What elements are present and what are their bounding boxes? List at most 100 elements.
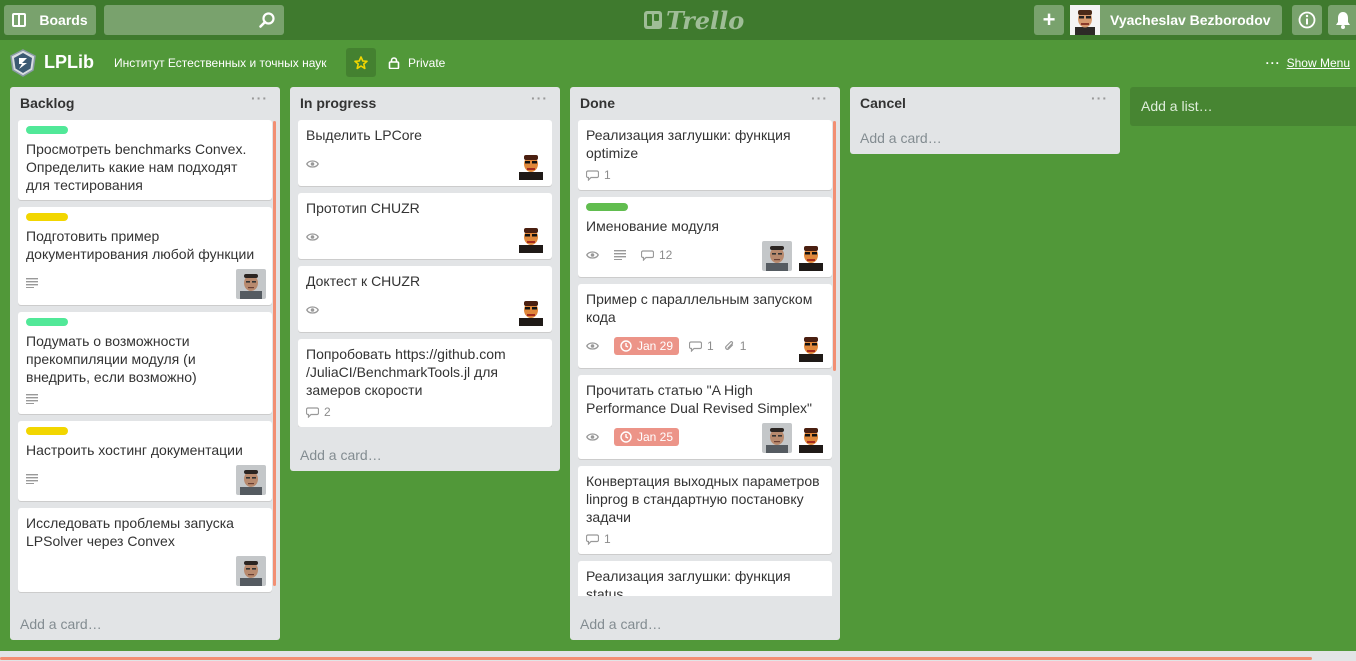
description-icon <box>614 250 631 260</box>
comments-badge: 1 <box>586 532 611 546</box>
list-title[interactable]: In progress <box>300 95 376 111</box>
list-title[interactable]: Done <box>580 95 615 111</box>
card-title: Подготовить пример документирования любо… <box>26 228 255 262</box>
card-label[interactable] <box>26 318 68 326</box>
member-avatar[interactable] <box>796 423 826 453</box>
member-avatar[interactable] <box>762 423 792 453</box>
list-menu-icon[interactable]: ··· <box>811 90 828 106</box>
notifications-button[interactable] <box>1328 5 1356 35</box>
member-avatar[interactable] <box>762 241 792 271</box>
member-avatar[interactable] <box>236 465 266 495</box>
member-avatar[interactable] <box>236 556 266 586</box>
card-title: Подумать о возможности прекомпиляции мод… <box>26 333 197 385</box>
list-card[interactable]: Попробовать https://github.com /JuliaCI/… <box>298 339 552 427</box>
member-avatar[interactable] <box>796 241 826 271</box>
member-avatar[interactable] <box>516 223 546 253</box>
card-badges <box>306 221 544 253</box>
list-header: Cancel ··· <box>850 87 1120 119</box>
card-label[interactable] <box>26 213 68 221</box>
card-members <box>512 296 546 326</box>
board-scrollbar[interactable] <box>0 651 1356 661</box>
description-icon <box>26 394 43 404</box>
list-card[interactable]: Настроить хостинг документации <box>18 421 272 501</box>
list-title[interactable]: Cancel <box>860 95 906 111</box>
list-card[interactable]: Исследовать проблемы запуска LPSolver че… <box>18 508 272 592</box>
show-menu-label: Show Menu <box>1286 56 1350 70</box>
list-done: Done ··· Реализация заглушки: функция op… <box>570 87 840 640</box>
search-input[interactable] <box>104 5 284 35</box>
list-scrollbar[interactable] <box>833 121 836 371</box>
member-avatar[interactable] <box>516 296 546 326</box>
list-in-progress: In progress ··· Выделить LPCore Прототип … <box>290 87 560 471</box>
comments-count: 1 <box>604 168 611 182</box>
info-button[interactable] <box>1292 5 1322 35</box>
lock-icon <box>388 57 400 69</box>
add-card-button[interactable]: Add a card… <box>20 616 102 632</box>
card-label[interactable] <box>26 427 68 435</box>
add-card-button[interactable]: Add a card… <box>860 130 942 146</box>
card-title: Доктест к CHUZR <box>306 273 421 289</box>
board-scrollbar-thumb[interactable] <box>0 657 1312 660</box>
list-card[interactable]: Реализация заглушки: функция status <box>578 561 832 596</box>
list-card[interactable]: Выделить LPCore <box>298 120 552 186</box>
card-label[interactable] <box>26 126 68 134</box>
list-card[interactable]: Именование модуля 12 <box>578 197 832 277</box>
card-badges <box>26 463 264 495</box>
board-organization[interactable]: Институт Естественных и точных наук <box>114 56 327 70</box>
card-members <box>232 269 266 299</box>
member-avatar[interactable] <box>796 332 826 362</box>
boards-button[interactable]: Boards <box>4 5 96 35</box>
list-card[interactable]: Подготовить пример документирования любо… <box>18 207 272 305</box>
member-avatar[interactable] <box>516 150 546 180</box>
comments-count: 1 <box>604 532 611 546</box>
watch-icon <box>586 432 604 442</box>
list-cancel: Cancel ··· Add a card… <box>850 87 1120 154</box>
star-icon <box>354 55 368 69</box>
card-title: Пример с параллельным запуском кода <box>586 291 813 325</box>
card-title: Прототип CHUZR <box>306 200 420 216</box>
create-button[interactable]: + <box>1034 5 1064 35</box>
search-box[interactable] <box>104 5 284 35</box>
watch-icon <box>306 232 324 242</box>
due-date-badge[interactable]: Jan 25 <box>614 428 680 446</box>
show-menu-button[interactable]: ··· Show Menu <box>1266 56 1350 70</box>
card-title: Исследовать проблемы запуска LPSolver че… <box>26 515 234 549</box>
add-list-button[interactable]: Add a list… <box>1130 87 1356 126</box>
member-avatar[interactable] <box>236 269 266 299</box>
attachments-count: 1 <box>739 339 747 353</box>
list-header: Backlog ··· <box>10 87 280 119</box>
list-card[interactable]: Прочитать статью "A High Performance Dua… <box>578 375 832 459</box>
trello-logo[interactable]: Trello <box>644 6 744 35</box>
watch-icon <box>586 250 604 260</box>
list-menu-icon[interactable]: ··· <box>531 90 548 106</box>
search-icon[interactable] <box>258 11 276 29</box>
add-card-button[interactable]: Add a card… <box>300 447 382 463</box>
add-card-button[interactable]: Add a card… <box>580 616 662 632</box>
visibility-button[interactable]: Private <box>388 56 445 70</box>
board-title[interactable]: LPLib <box>44 52 94 73</box>
user-menu-button[interactable]: Vyacheslav Bezborodov <box>1070 5 1282 35</box>
list-card[interactable]: Подумать о возможности прекомпиляции мод… <box>18 312 272 414</box>
list-menu-icon[interactable]: ··· <box>1091 90 1108 106</box>
star-button[interactable] <box>346 48 376 77</box>
boards-icon <box>12 13 27 27</box>
list-card[interactable]: Просмотреть benchmarks Convex. Определит… <box>18 120 272 200</box>
list-card[interactable]: Реализация заглушки: функция optimize 1 <box>578 120 832 190</box>
list-card[interactable]: Конвертация выходных параметров linprog … <box>578 466 832 554</box>
comments-badge: 1 <box>586 168 611 182</box>
list-header: In progress ··· <box>290 87 560 119</box>
info-icon <box>1298 11 1316 29</box>
list-card[interactable]: Пример с параллельным запуском кода Jan 2… <box>578 284 832 368</box>
watch-icon <box>306 159 324 169</box>
user-name: Vyacheslav Bezborodov <box>1110 12 1271 28</box>
list-scrollbar[interactable] <box>273 121 276 586</box>
list-menu-icon[interactable]: ··· <box>251 90 268 106</box>
card-label[interactable] <box>586 203 628 211</box>
description-icon <box>26 278 43 288</box>
card-title: Конвертация выходных параметров linprog … <box>586 473 820 525</box>
list-title[interactable]: Backlog <box>20 95 74 111</box>
list-card[interactable]: Доктест к CHUZR <box>298 266 552 332</box>
watch-icon <box>306 305 324 315</box>
list-card[interactable]: Прототип CHUZR <box>298 193 552 259</box>
due-date-badge[interactable]: Jan 29 <box>614 337 680 355</box>
